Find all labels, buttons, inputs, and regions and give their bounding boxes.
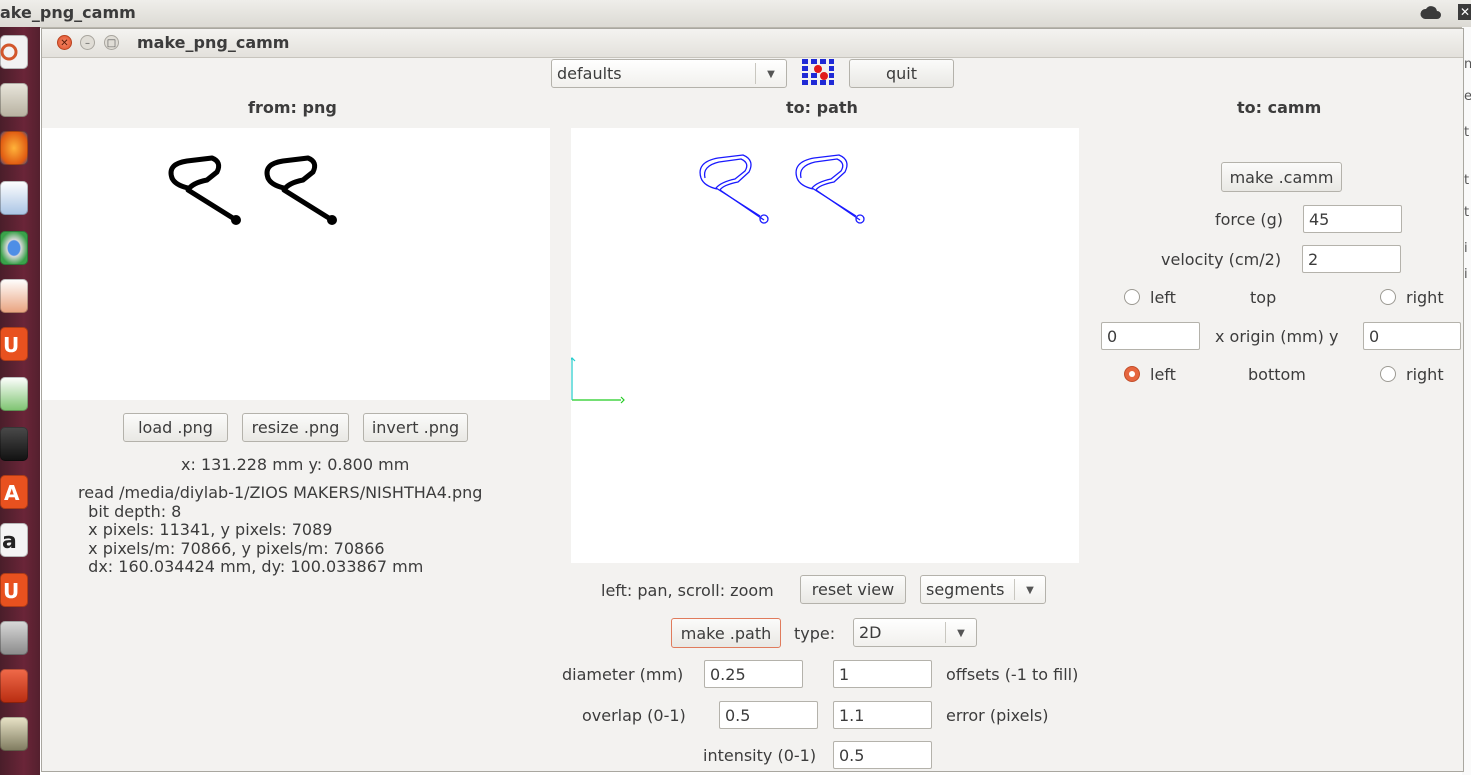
overlap-label: overlap (0-1)	[582, 706, 686, 725]
offsets-input[interactable]	[833, 660, 932, 688]
workspace-switcher-icon[interactable]	[0, 717, 28, 751]
error-input[interactable]	[833, 701, 932, 729]
png-preview-canvas[interactable]	[42, 128, 550, 400]
chevron-down-icon: ▼	[1014, 579, 1045, 600]
force-label: force (g)	[1215, 210, 1284, 229]
origin-bottom-right-radio[interactable]	[1380, 366, 1396, 382]
to-path-header: to: path	[786, 98, 858, 117]
velocity-input[interactable]	[1302, 245, 1401, 273]
offsets-label: offsets (-1 to fill)	[946, 665, 1079, 684]
firefox-icon[interactable]	[0, 131, 28, 165]
x-origin-input[interactable]	[1101, 322, 1200, 350]
software-center-icon[interactable]: A	[0, 475, 28, 509]
window-maximize-icon[interactable]: □	[104, 35, 119, 50]
origin-top-left-label: left	[1150, 288, 1176, 307]
inkscape-icon[interactable]	[0, 427, 28, 461]
chevron-down-icon: ▼	[755, 63, 786, 84]
window-title: make_png_camm	[137, 33, 290, 52]
writer-icon[interactable]	[0, 181, 28, 215]
force-input[interactable]	[1303, 205, 1402, 233]
path-type-select[interactable]: 2D ▼	[853, 618, 977, 647]
origin-bottom-left-label: left	[1150, 365, 1176, 384]
svg-text:U: U	[3, 579, 19, 603]
file-manager-icon[interactable]	[0, 83, 28, 117]
impress-icon[interactable]	[0, 279, 28, 313]
window-close-icon[interactable]: ✕	[57, 35, 72, 50]
active-app-title: ake_png_camm	[0, 3, 136, 22]
invert-png-button[interactable]: invert .png	[363, 413, 468, 442]
origin-bottom-right-label: right	[1406, 365, 1444, 384]
calc-icon[interactable]	[0, 377, 28, 411]
png-file-info: read /media/diylab-1/ZIOS MAKERS/NISHTHA…	[78, 483, 483, 576]
view-hint: left: pan, scroll: zoom	[601, 581, 774, 600]
from-png-header: from: png	[248, 98, 337, 117]
preset-select[interactable]: defaults ▼	[551, 59, 787, 88]
fab-logo-icon	[802, 59, 834, 85]
origin-top-right-label: right	[1406, 288, 1444, 307]
path-type-value: 2D	[859, 623, 882, 642]
make-png-camm-window: ✕ – □ make_png_camm defaults ▼ quit from…	[41, 28, 1464, 772]
to-camm-header: to: camm	[1237, 98, 1322, 117]
amazon-icon[interactable]: a	[0, 523, 28, 557]
close-icon[interactable]: ✕	[1458, 4, 1471, 20]
origin-top-label: top	[1250, 288, 1277, 307]
preset-value: defaults	[557, 64, 622, 83]
window-minimize-icon[interactable]: –	[80, 35, 95, 50]
path-preview-canvas[interactable]	[568, 128, 1079, 563]
make-camm-button[interactable]: make .camm	[1221, 162, 1342, 192]
overlap-input[interactable]	[719, 701, 818, 729]
png-preview-image	[168, 155, 337, 225]
window-title-bar[interactable]: ✕ – □ make_png_camm	[42, 29, 1463, 58]
diameter-input[interactable]	[704, 660, 803, 688]
ubuntu-software-icon[interactable]: U	[0, 327, 28, 361]
launcher: U A a U	[0, 27, 40, 775]
intensity-label: intensity (0-1)	[703, 746, 817, 765]
view-mode-value: segments	[926, 580, 1005, 599]
origin-bottom-label: bottom	[1248, 365, 1306, 384]
resize-png-button[interactable]: resize .png	[242, 413, 349, 442]
reset-view-button[interactable]: reset view	[800, 575, 906, 604]
svg-text:U: U	[3, 333, 19, 357]
intensity-input[interactable]	[833, 741, 932, 769]
ubuntu-one-icon[interactable]: U	[0, 573, 28, 607]
app-icon[interactable]	[0, 669, 28, 703]
make-path-button[interactable]: make .path	[671, 618, 781, 648]
cursor-coordinates: x: 131.228 mm y: 0.800 mm	[181, 455, 410, 474]
chromium-icon[interactable]	[0, 231, 28, 265]
svg-text:a: a	[2, 529, 17, 554]
load-png-button[interactable]: load .png	[123, 413, 228, 442]
view-mode-select[interactable]: segments ▼	[920, 575, 1046, 604]
origin-top-right-radio[interactable]	[1380, 289, 1396, 305]
y-origin-input[interactable]	[1363, 322, 1461, 350]
origin-bottom-left-radio[interactable]	[1124, 366, 1140, 382]
origin-label: x origin (mm) y	[1215, 327, 1339, 346]
origin-top-left-radio[interactable]	[1124, 289, 1140, 305]
error-label: error (pixels)	[946, 706, 1049, 725]
dash-home-icon[interactable]	[0, 35, 28, 69]
quit-button[interactable]: quit	[849, 59, 954, 88]
system-top-bar: ake_png_camm ✕	[0, 0, 1471, 28]
chevron-down-icon: ▼	[945, 622, 976, 643]
settings-icon[interactable]	[0, 621, 28, 655]
cloud-icon[interactable]	[1419, 4, 1443, 22]
velocity-label: velocity (cm/2)	[1161, 250, 1282, 269]
toolpath-image	[568, 154, 865, 404]
diameter-label: diameter (mm)	[562, 665, 684, 684]
svg-text:A: A	[4, 481, 20, 505]
type-label: type:	[794, 624, 836, 643]
